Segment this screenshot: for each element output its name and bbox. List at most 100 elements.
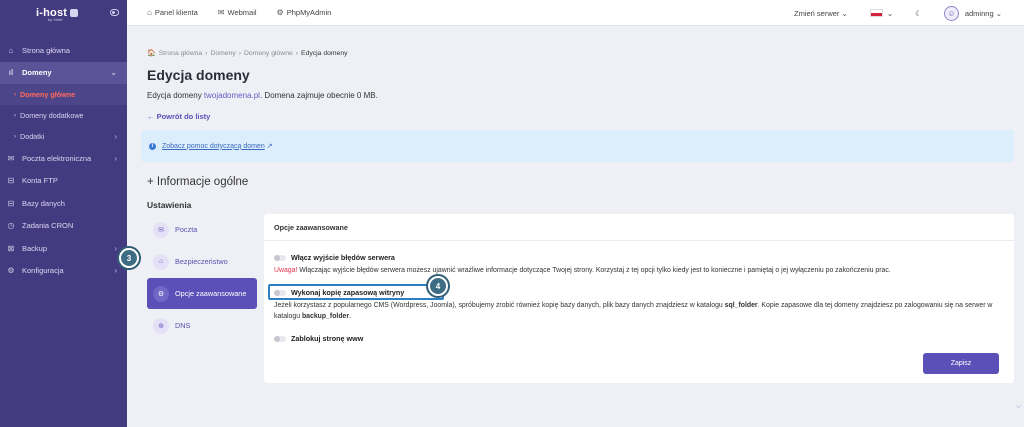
chevron-down-icon: ⌄ <box>993 8 1002 18</box>
backup-description: Jeżeli korzystasz z popularnego CMS (Wor… <box>274 301 1004 322</box>
sidebar-item-label: Domeny główne <box>20 90 76 99</box>
arrow-right-icon: › <box>14 133 16 140</box>
chevron-down-icon: ⌄ <box>886 8 894 18</box>
help-link[interactable]: Zobacz pomoc dotyczącą domen <box>162 143 265 150</box>
user-menu[interactable]: ☺ adminng ⌄ <box>943 5 1002 21</box>
breadcrumb-separator: › <box>238 49 242 57</box>
sql-folder-name: sql_folder <box>724 302 758 309</box>
home-icon: 🏠 <box>147 50 156 57</box>
webmail-label: Webmail <box>227 8 257 17</box>
sidebar-item-domains[interactable]: ıl Domeny ⌄ <box>0 61 127 84</box>
topbar: ⌂ Panel klienta ✉ Webmail ⚙ PhpMyAdmin Z… <box>127 0 1024 26</box>
server-errors-desc-text: Włączając wyjście błędów serwera możesz … <box>297 267 891 274</box>
sidebar-item-email[interactable]: ✉ Poczta elektroniczna › <box>0 147 127 170</box>
chevron-right-icon: › <box>114 243 117 253</box>
back-to-list-link[interactable]: ← Powrót do listy <box>147 112 210 121</box>
tab-dns[interactable]: ⊕ DNS <box>147 310 257 341</box>
sidebar-nav: ⌂ Strona główna ıl Domeny ⌄ › Domeny głó… <box>0 39 127 282</box>
info-icon: i <box>149 142 156 150</box>
clock-icon: ◷ <box>7 221 15 231</box>
block-site-label: Zablokuj stronę www <box>291 334 364 343</box>
sidebar-toggle-icon[interactable] <box>110 9 119 16</box>
avatar: ☺ <box>943 5 959 21</box>
tab-security[interactable]: ⌂ Bezpieczeństwo <box>147 246 257 277</box>
sidebar-item-config[interactable]: ⚙ Konfiguracja › <box>0 260 127 283</box>
domain-info: Edycja domeny twojadomena.pl. Domena zaj… <box>147 91 378 100</box>
sidebar-item-addon-domains[interactable]: › Domeny dodatkowe <box>0 105 127 126</box>
tab-label: Opcje zaawansowane <box>175 289 247 298</box>
breadcrumb-item[interactable]: Domeny główne <box>244 50 293 57</box>
backup-desc-a: Jeżeli korzystasz z popularnego CMS (Wor… <box>274 302 725 309</box>
domain-info-prefix: Edycja domeny <box>147 91 204 100</box>
breadcrumb-separator: › <box>295 49 299 57</box>
chart-icon: ıl <box>8 68 14 78</box>
change-server-label: Zmień serwer <box>794 8 840 18</box>
server-errors-option[interactable]: Włącz wyjście błędów serwera <box>274 253 395 262</box>
tab-label: Bezpieczeństwo <box>175 257 228 266</box>
settings-heading: Ustawienia <box>147 200 192 210</box>
tab-mail[interactable]: ✉ Poczta <box>147 214 257 245</box>
sidebar-item-label: Strona główna <box>22 45 70 55</box>
breadcrumb-current: Edycja domeny <box>301 49 348 57</box>
breadcrumb-item[interactable]: Domeny <box>210 50 235 57</box>
username: adminng <box>964 8 994 18</box>
gear-icon: ⚙ <box>7 266 15 276</box>
mail-icon: ✉ <box>153 221 169 238</box>
server-errors-toggle[interactable] <box>274 254 286 261</box>
sidebar-item-backup[interactable]: ⊠ Backup › <box>0 237 127 260</box>
language-dropdown[interactable]: ⌄ <box>869 8 894 18</box>
gear-icon: ⚙ <box>153 285 169 302</box>
chevron-right-icon: › <box>114 132 117 141</box>
sidebar-item-cron[interactable]: ◷ Zadania CRON <box>0 215 127 238</box>
arrow-right-icon: › <box>14 91 16 98</box>
sidebar-item-label: Dodatki <box>20 132 45 141</box>
block-site-option[interactable]: Zablokuj stronę www <box>274 334 363 343</box>
tab-label: DNS <box>175 321 191 330</box>
sidebar-item-label: Bazy danych <box>22 198 65 208</box>
server-errors-label: Włącz wyjście błędów serwera <box>291 253 395 262</box>
phpmyadmin-link[interactable]: ⚙ PhpMyAdmin <box>277 8 332 17</box>
help-info-box: i Zobacz pomoc dotyczącą domen ↗ <box>141 130 1014 162</box>
sidebar-item-home[interactable]: ⌂ Strona główna <box>0 39 127 62</box>
webmail-link[interactable]: ✉ Webmail <box>218 8 257 17</box>
client-panel-link[interactable]: ⌂ Panel klienta <box>147 8 198 17</box>
tab-advanced-options[interactable]: ⚙ Opcje zaawansowane <box>147 278 257 309</box>
sidebar-item-label: Konta FTP <box>22 176 58 186</box>
gear-icon: ⚙ <box>276 8 284 17</box>
warning-label: Uwaga! <box>274 267 298 274</box>
settings-tabs: ✉ Poczta ⌂ Bezpieczeństwo ⚙ Opcje zaawan… <box>147 214 257 342</box>
step-marker-3: 3 <box>119 248 139 268</box>
breadcrumb-item[interactable]: Strona główna <box>159 50 202 57</box>
sidebar-item-addons[interactable]: › Dodatki › <box>0 126 127 147</box>
brand-cube-icon <box>70 9 79 17</box>
theme-toggle[interactable]: ☾ <box>915 9 922 18</box>
backup-folder-name: backup_folder <box>301 312 350 320</box>
sidebar-item-label: Poczta elektroniczna <box>22 153 92 163</box>
sidebar: i-host by Virtel ⌂ Strona główna ıl Dome… <box>0 0 127 427</box>
logo[interactable]: i-host by Virtel <box>0 0 127 26</box>
phpmyadmin-label: PhpMyAdmin <box>286 8 332 17</box>
sidebar-item-label: Backup <box>22 243 48 253</box>
client-panel-label: Panel klienta <box>154 8 198 17</box>
home-icon: ⌂ <box>8 45 14 55</box>
arrow-right-icon: › <box>14 112 16 119</box>
backup-option-highlight <box>268 284 444 300</box>
chevron-right-icon: › <box>114 153 117 163</box>
sidebar-item-label: Domeny <box>22 68 52 78</box>
topbar-right: Zmień serwer ⌄ ⌄ ☾ ☺ adminng ⌄ <box>794 0 1024 26</box>
chevron-down-icon: ⌄ <box>839 8 848 18</box>
domain-link[interactable]: twojadomena.pl <box>204 91 260 100</box>
general-info-toggle[interactable]: + Informacje ogólne <box>147 176 248 188</box>
save-button[interactable]: Zapisz <box>923 353 999 374</box>
domain-info-suffix: . Domena zajmuje obecnie 0 MB. <box>259 91 378 100</box>
sidebar-item-label: Zadania CRON <box>22 221 74 231</box>
block-site-toggle[interactable] <box>274 335 286 342</box>
sidebar-item-main-domains[interactable]: › Domeny główne <box>0 84 127 105</box>
sidebar-item-ftp[interactable]: ⊟ Konta FTP <box>0 170 127 193</box>
sidebar-item-databases[interactable]: ⊟ Bazy danych <box>0 192 127 215</box>
tab-label: Poczta <box>175 225 198 234</box>
panel-title: Opcje zaawansowane <box>264 214 1014 241</box>
change-server-dropdown[interactable]: Zmień serwer ⌄ <box>794 9 848 18</box>
lock-icon: ⌂ <box>153 253 169 270</box>
brand-sub: by Virtel <box>48 17 63 22</box>
